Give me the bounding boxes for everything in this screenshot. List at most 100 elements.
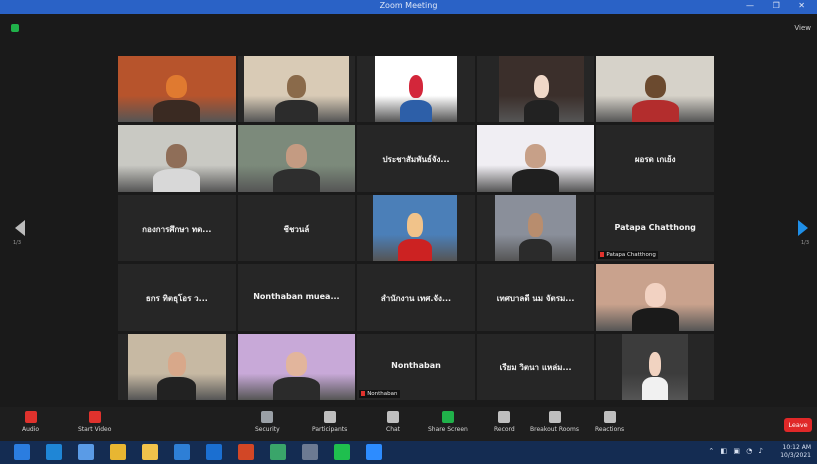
toolbar-button-breakout-rooms[interactable]: Breakout Rooms <box>530 411 579 433</box>
participant-video <box>373 194 457 262</box>
participant-name-display: เทศบาลดี นม จัตรม... <box>496 294 575 304</box>
gallery-grid: ประชาสัมพันธ์จัง... ผอรด เกเย้งกองการศึกษ… <box>118 56 714 400</box>
zoom-icon[interactable] <box>366 444 382 460</box>
toolbar-button-share-screen[interactable]: Share Screen <box>428 411 468 433</box>
photos-icon[interactable] <box>206 444 222 460</box>
system-tray[interactable]: ⌃ ◧ ▣ ◔ ♪ <box>708 447 765 455</box>
participant-video <box>237 333 356 400</box>
participant-tile[interactable] <box>118 56 236 123</box>
participant-tile[interactable] <box>118 333 236 400</box>
explorer-icon[interactable] <box>142 444 158 460</box>
security-icon <box>261 411 274 423</box>
next-page-arrow-icon[interactable] <box>798 220 808 236</box>
participant-tile[interactable] <box>357 56 475 123</box>
participant-tile[interactable] <box>596 264 714 331</box>
clock[interactable]: 10:12 AM 10/3/2021 <box>780 444 811 460</box>
participant-tile[interactable]: ผอรด เกเย้ง <box>596 125 714 192</box>
participant-face <box>286 74 306 99</box>
participant-body <box>399 99 433 123</box>
participant-name-display: Nonthaban <box>391 361 441 371</box>
participant-tile[interactable] <box>476 125 595 192</box>
participant-label: Patapa Chatthong <box>598 251 658 260</box>
windows-icon[interactable] <box>14 444 30 460</box>
toolbar-button-reactions[interactable]: Reactions <box>595 411 624 433</box>
participant-tile[interactable]: Nonthaban Nonthaban <box>357 333 475 400</box>
line-icon[interactable] <box>334 444 350 460</box>
participant-video <box>118 56 236 123</box>
participant-tile[interactable] <box>476 194 595 262</box>
participant-face <box>528 213 543 238</box>
participant-video <box>237 125 356 192</box>
leave-button[interactable]: Leave <box>784 418 812 432</box>
participant-tile[interactable]: กองการศึกษา ทด... <box>118 194 236 262</box>
participant-tile[interactable] <box>357 194 475 262</box>
toolbar-button-record[interactable]: Record <box>494 411 515 433</box>
participant-tile[interactable] <box>118 125 236 192</box>
toolbar-button-participants[interactable]: Participants <box>312 411 347 433</box>
participant-body <box>272 169 320 192</box>
participant-tile[interactable] <box>476 56 595 123</box>
participant-face <box>533 74 550 99</box>
participant-name-display: เรียม วิตนา แหล่ม... <box>499 363 572 373</box>
participant-video <box>118 125 236 192</box>
participant-tile[interactable]: เรียม วิตนา แหล่ม... <box>476 333 595 400</box>
windows-taskbar: ⌃ ◧ ▣ ◔ ♪ 10:12 AM 10/3/2021 <box>0 441 817 464</box>
participant-tile[interactable]: Nonthaban muea... <box>237 264 356 331</box>
toolbar-label: Share Screen <box>428 426 468 433</box>
participant-name-display: Nonthaban muea... <box>253 292 340 302</box>
toolbar-label: Chat <box>386 426 401 433</box>
participant-tile[interactable] <box>237 333 356 400</box>
participant-tile[interactable] <box>237 56 356 123</box>
chrome-icon[interactable] <box>110 444 126 460</box>
store-icon[interactable] <box>78 444 94 460</box>
window-controls[interactable]: — ❐ ✕ <box>746 1 813 10</box>
edge-icon[interactable] <box>46 444 62 460</box>
participant-body <box>512 169 560 192</box>
participant-tile[interactable]: ธกร ทิตธุโอร ว... <box>118 264 236 331</box>
participant-body <box>275 99 318 123</box>
prev-page-arrow-icon[interactable] <box>15 220 25 236</box>
participant-video <box>128 333 226 400</box>
participant-tile[interactable] <box>237 125 356 192</box>
toolbar-label: Audio <box>22 426 40 433</box>
participant-tile[interactable]: สำนักงาน เทศ.จัง... <box>357 264 475 331</box>
participant-body <box>524 99 559 123</box>
muted-mic-icon <box>361 391 366 396</box>
participant-tile[interactable] <box>596 333 714 400</box>
toolbar-label: Start Video <box>78 426 112 433</box>
participant-tile[interactable]: Patapa Chatthong Patapa Chatthong <box>596 194 714 262</box>
participant-body <box>398 238 432 262</box>
participant-tile[interactable]: ประชาสัมพันธ์จัง... <box>357 125 475 192</box>
view-button[interactable]: View <box>794 24 811 32</box>
participant-video <box>498 56 585 123</box>
powerpoint-icon[interactable] <box>238 444 254 460</box>
title-bar: Zoom Meeting — ❐ ✕ <box>0 0 817 14</box>
chat-icon <box>387 411 400 423</box>
participant-face <box>644 74 666 99</box>
toolbar-button-chat[interactable]: Chat <box>386 411 400 433</box>
participant-body <box>519 238 552 262</box>
toolbar-label: Participants <box>312 426 348 433</box>
tool-icon[interactable] <box>302 444 318 460</box>
participant-tile[interactable]: ชีชวนล์ <box>237 194 356 262</box>
participant-label: Nonthaban <box>359 390 400 398</box>
participant-video <box>622 333 688 400</box>
participant-name-display: กองการศึกษา ทด... <box>142 224 212 234</box>
participant-body <box>631 99 679 123</box>
participant-name-display: ประชาสัมพันธ์จัง... <box>382 155 450 165</box>
toolbar-button-start-video[interactable]: Start Video <box>78 411 111 433</box>
toolbar-button-audio[interactable]: Audio <box>22 411 39 433</box>
participant-tile[interactable]: เทศบาลดี นม จัตรม... <box>476 264 595 331</box>
participant-body <box>631 308 679 331</box>
participant-label-text: Patapa Chatthong <box>606 252 656 259</box>
participant-body <box>153 169 201 192</box>
media-icon[interactable] <box>270 444 286 460</box>
participant-face <box>166 74 188 99</box>
encryption-shield-icon[interactable] <box>11 24 19 32</box>
toolbar-button-security[interactable]: Security <box>255 411 280 433</box>
participant-video <box>494 194 577 262</box>
muted-mic-icon <box>600 252 605 258</box>
mail-icon[interactable] <box>174 444 190 460</box>
participant-tile[interactable] <box>596 56 714 123</box>
participant-name-display: ธกร ทิตธุโอร ว... <box>145 294 208 304</box>
